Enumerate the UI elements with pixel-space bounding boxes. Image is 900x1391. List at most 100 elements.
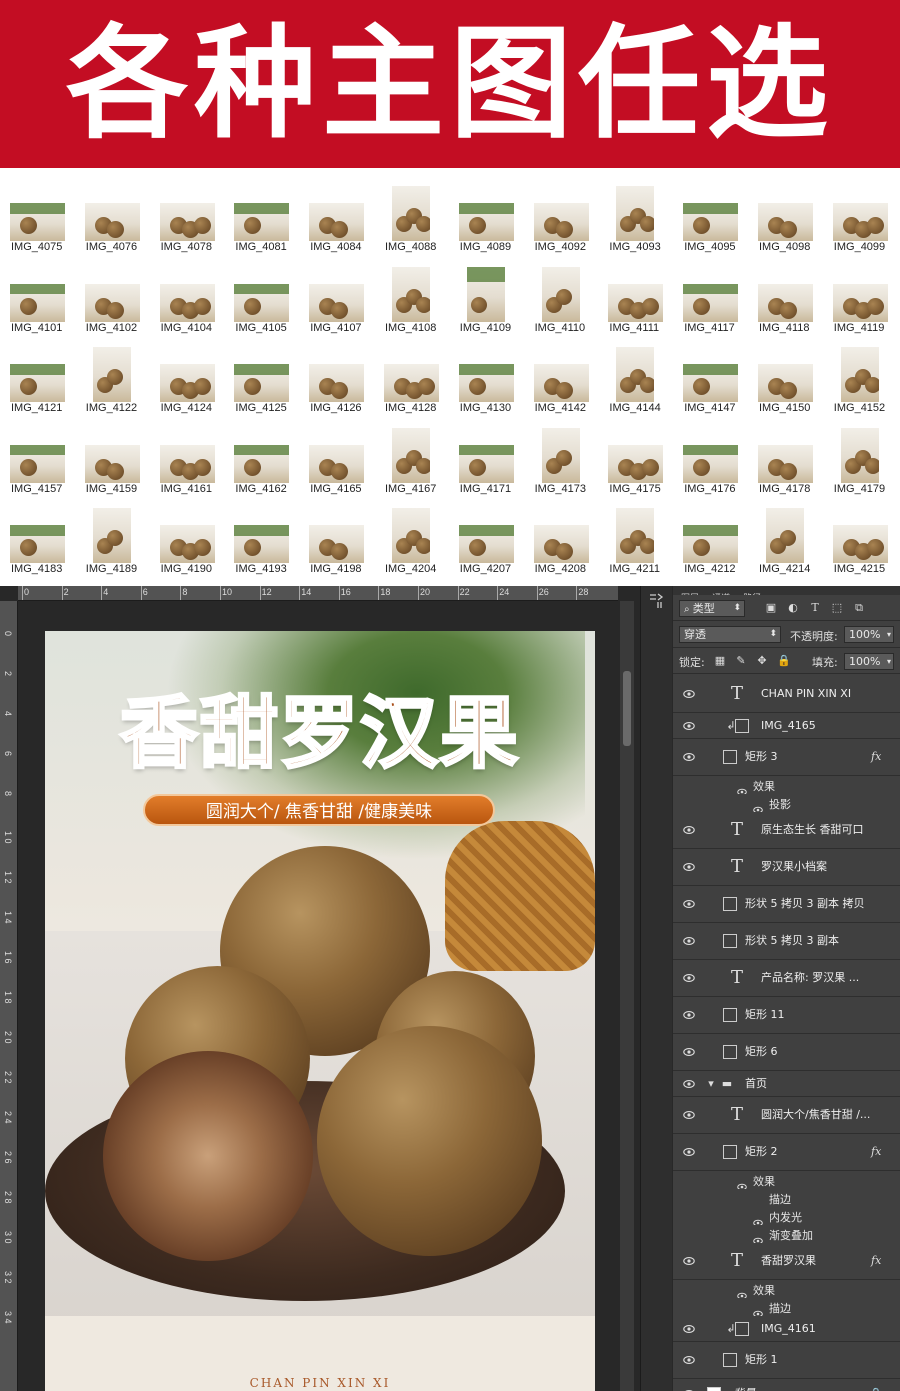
thumbnail-item[interactable]: IMG_4150 [748, 339, 823, 419]
visibility-eye-icon[interactable] [683, 862, 695, 872]
fill-input[interactable]: 100% ▾ [844, 653, 894, 670]
visibility-eye-icon[interactable] [683, 936, 695, 946]
thumbnail-item[interactable]: IMG_4190 [150, 500, 225, 580]
thumbnail-item[interactable]: IMG_4193 [224, 500, 299, 580]
thumbnail-item[interactable]: IMG_4104 [150, 259, 225, 339]
layer-effect-row[interactable]: 效果 [673, 1280, 900, 1300]
thumbnail-item[interactable]: IMG_4130 [449, 339, 524, 419]
scrollbar-thumb[interactable] [623, 671, 631, 746]
visibility-eye-icon[interactable] [683, 1256, 695, 1266]
thumbnail-item[interactable]: IMG_4093 [598, 178, 673, 258]
thumbnail-item[interactable]: IMG_4167 [374, 420, 449, 500]
layer-row[interactable]: ↲ IMG_4165 [673, 713, 900, 739]
opacity-input[interactable]: 100% ▾ [844, 626, 894, 643]
lock-brush-icon[interactable]: ✎ [735, 655, 747, 667]
filter-kind-select[interactable]: ⌕ 类型 ⬍ [679, 600, 745, 617]
visibility-eye-icon[interactable] [683, 752, 695, 762]
thumbnail-item[interactable]: IMG_4162 [224, 420, 299, 500]
visibility-eye-icon[interactable] [683, 825, 695, 835]
visibility-eye-icon[interactable] [683, 1147, 695, 1157]
layer-row[interactable]: 形状 5 拷贝 3 副本 拷贝 [673, 886, 900, 923]
layer-row[interactable]: 🔒背景 [673, 1379, 900, 1391]
thumbnail-item[interactable]: IMG_4105 [224, 259, 299, 339]
effect-visibility-eye-icon[interactable] [753, 1212, 763, 1227]
layer-row[interactable]: ↲ IMG_4161 [673, 1316, 900, 1342]
layer-effect-row[interactable]: 投影 [673, 794, 900, 814]
thumbnail-item[interactable]: IMG_4092 [524, 178, 599, 258]
layer-effect-row[interactable]: 效果 [673, 776, 900, 796]
thumbnail-item[interactable]: IMG_4122 [75, 339, 150, 419]
thumbnail-item[interactable]: IMG_4111 [598, 259, 673, 339]
thumbnail-item[interactable]: IMG_4109 [449, 259, 524, 339]
visibility-eye-icon[interactable] [683, 899, 695, 909]
thumbnail-item[interactable]: IMG_4152 [823, 339, 898, 419]
thumbnail-item[interactable]: IMG_4076 [75, 178, 150, 258]
thumbnail-item[interactable]: IMG_4095 [673, 178, 748, 258]
layer-effect-row[interactable]: 内发光 [673, 1207, 900, 1227]
thumbnail-item[interactable]: IMG_4189 [75, 500, 150, 580]
layer-row[interactable]: T 原生态生长 香甜可口 [673, 812, 900, 849]
layer-effects-icon[interactable]: fx [871, 750, 881, 763]
layer-row[interactable]: T CHAN PIN XIN XI [673, 676, 900, 713]
thumbnail-item[interactable]: IMG_4101 [0, 259, 75, 339]
thumbnail-item[interactable]: IMG_4207 [449, 500, 524, 580]
layer-effect-row[interactable]: 效果 [673, 1171, 900, 1191]
thumbnail-item[interactable]: IMG_4211 [598, 500, 673, 580]
blend-mode-select[interactable]: 穿透 ⬍ [679, 626, 781, 643]
thumbnail-item[interactable]: IMG_4175 [598, 420, 673, 500]
thumbnail-item[interactable]: IMG_4179 [823, 420, 898, 500]
visibility-eye-icon[interactable] [683, 1355, 695, 1365]
layer-effects-icon[interactable]: fx [871, 1254, 881, 1267]
layer-effect-row[interactable]: 渐变叠加 [673, 1225, 900, 1245]
visibility-eye-icon[interactable] [683, 721, 695, 731]
document-canvas[interactable]: 香甜罗汉果 圆润大个/ 焦香甘甜 /健康美味 CHAN PIN XIN XI [45, 631, 595, 1391]
layer-row[interactable]: 矩形 3 fx [673, 739, 900, 776]
layer-row[interactable]: 矩形 11 [673, 997, 900, 1034]
thumbnail-item[interactable]: IMG_4107 [299, 259, 374, 339]
thumbnail-item[interactable]: IMG_4075 [0, 178, 75, 258]
layer-row[interactable]: 形状 5 拷贝 3 副本 [673, 923, 900, 960]
thumbnail-item[interactable]: IMG_4098 [748, 178, 823, 258]
thumbnail-item[interactable]: IMG_4142 [524, 339, 599, 419]
layer-row[interactable]: T 香甜罗汉果 fx [673, 1243, 900, 1280]
layer-effect-row[interactable]: 描边 [673, 1298, 900, 1318]
effect-visibility-eye-icon[interactable] [737, 1285, 747, 1300]
thumbnail-item[interactable]: IMG_4102 [75, 259, 150, 339]
thumbnail-item[interactable]: IMG_4099 [823, 178, 898, 258]
layer-row[interactable]: T 圆润大个/焦香甘甜 /... [673, 1097, 900, 1134]
visibility-eye-icon[interactable] [683, 973, 695, 983]
thumbnail-item[interactable]: IMG_4212 [673, 500, 748, 580]
thumbnail-item[interactable]: IMG_4089 [449, 178, 524, 258]
effect-visibility-eye-icon[interactable] [753, 1303, 763, 1318]
effect-visibility-eye-icon[interactable] [737, 781, 747, 796]
effect-visibility-eye-icon[interactable] [737, 1176, 747, 1191]
adjustment-filter-icon[interactable]: ◐ [787, 602, 799, 614]
thumbnail-item[interactable]: IMG_4159 [75, 420, 150, 500]
thumbnail-item[interactable]: IMG_4178 [748, 420, 823, 500]
group-expand-icon[interactable]: ▾ [705, 1078, 717, 1090]
visibility-eye-icon[interactable] [683, 1324, 695, 1334]
thumbnail-item[interactable]: IMG_4208 [524, 500, 599, 580]
thumbnail-item[interactable]: IMG_4147 [673, 339, 748, 419]
visibility-eye-icon[interactable] [683, 1110, 695, 1120]
visibility-eye-icon[interactable] [683, 1010, 695, 1020]
layer-effects-icon[interactable]: fx [871, 1145, 881, 1158]
thumbnail-item[interactable]: IMG_4204 [374, 500, 449, 580]
thumbnail-item[interactable]: IMG_4128 [374, 339, 449, 419]
thumbnail-item[interactable]: IMG_4173 [524, 420, 599, 500]
thumbnail-item[interactable]: IMG_4119 [823, 259, 898, 339]
thumbnail-item[interactable]: IMG_4078 [150, 178, 225, 258]
panel-collapse-icon[interactable] [648, 592, 664, 610]
thumbnail-item[interactable]: IMG_4165 [299, 420, 374, 500]
thumbnail-item[interactable]: IMG_4081 [224, 178, 299, 258]
layer-row[interactable]: 矩形 6 [673, 1034, 900, 1071]
thumbnail-item[interactable]: IMG_4126 [299, 339, 374, 419]
layer-row[interactable]: T 产品名称: 罗汉果 ... [673, 960, 900, 997]
layer-row[interactable]: T 罗汉果小档案 [673, 849, 900, 886]
visibility-eye-icon[interactable] [683, 1047, 695, 1057]
thumbnail-item[interactable]: IMG_4198 [299, 500, 374, 580]
thumbnail-item[interactable]: IMG_4125 [224, 339, 299, 419]
layer-row[interactable]: 矩形 2 fx [673, 1134, 900, 1171]
image-filter-icon[interactable]: ▣ [765, 602, 777, 614]
thumbnail-item[interactable]: IMG_4088 [374, 178, 449, 258]
